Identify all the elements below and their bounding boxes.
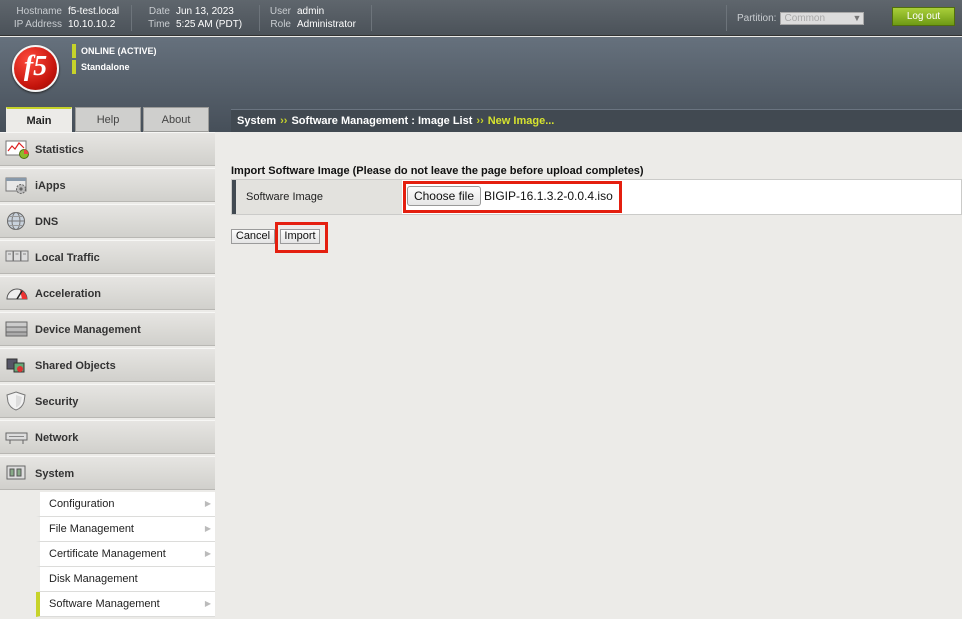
partition-label: Partition: [737, 12, 777, 24]
breadcrumb-current: New Image... [487, 115, 555, 127]
software-image-label: Software Image [246, 191, 324, 203]
breadcrumb-item-image-list[interactable]: Software Management : Image List [291, 115, 472, 127]
submenu-label: Disk Management [49, 573, 138, 585]
system-icon [6, 465, 26, 480]
sidebar-item-label: Security [35, 396, 79, 408]
submenu-certificate-management[interactable]: Certificate Management ▶ [36, 542, 215, 567]
submenu-label: Certificate Management [49, 548, 166, 560]
choose-file-button[interactable]: Choose file [407, 186, 481, 206]
chevron-right-icon: ▶ [204, 524, 211, 533]
sidebar-item-label: System [35, 468, 75, 480]
tab-help[interactable]: Help [75, 107, 141, 132]
acceleration-gauge-icon [6, 288, 28, 300]
sidebar-item-local-traffic[interactable]: Local Traffic [0, 240, 215, 274]
tab-main[interactable]: Main [6, 107, 72, 132]
sidebar-item-label: Local Traffic [35, 252, 100, 264]
user-key: User [269, 6, 291, 17]
import-button[interactable]: Import [280, 229, 320, 244]
submenu-software-management[interactable]: Software Management ▶ [36, 592, 215, 617]
sidebar-item-acceleration[interactable]: Acceleration [0, 276, 215, 310]
sidebar-item-iapps[interactable]: iApps [0, 168, 215, 202]
breadcrumb-separator: ›› [476, 115, 484, 127]
sidebar: Statistics iApps DNS Local Traffic Accel… [0, 132, 215, 619]
chevron-right-icon: ▶ [204, 499, 211, 508]
cancel-button[interactable]: Cancel [231, 229, 275, 244]
partition-select[interactable]: Common ▼ [780, 11, 865, 25]
partition-control: Partition: Common ▼ [726, 5, 865, 31]
hostname-key: Hostname [16, 6, 62, 17]
software-image-label-cell: Software Image [232, 180, 402, 214]
form-title: Import Software Image (Please do not lea… [231, 165, 644, 177]
header: f5 ONLINE (ACTIVE) Standalone Main Help … [0, 37, 962, 132]
submenu-disk-management[interactable]: Disk Management [36, 567, 215, 592]
time-key: Time [148, 19, 170, 30]
submenu-label: File Management [49, 523, 134, 535]
sidebar-item-statistics[interactable]: Statistics [0, 132, 215, 166]
chevron-down-icon: ▼ [852, 12, 862, 23]
selected-file-name: BIGIP-16.1.3.2-0.0.4.iso [484, 189, 613, 203]
dns-globe-icon [7, 212, 25, 230]
security-shield-icon [6, 391, 26, 411]
user-info: User admin Role Administrator [266, 5, 372, 31]
sidebar-item-label: iApps [35, 180, 66, 192]
sidebar-item-label: Acceleration [35, 288, 102, 300]
tab-about[interactable]: About [143, 107, 209, 132]
ip-value: 10.10.10.2 [68, 19, 116, 30]
ip-key: IP Address [13, 19, 62, 30]
sidebar-item-label: Network [35, 432, 79, 444]
user-value: admin [297, 6, 325, 17]
sidebar-item-dns[interactable]: DNS [0, 204, 215, 238]
chevron-right-icon: ▶ [204, 549, 211, 558]
breadcrumb: System ›› Software Management : Image List… [231, 109, 962, 132]
f5-logo: f5 [12, 45, 59, 92]
shared-objects-icon [6, 358, 25, 373]
sidebar-item-security[interactable]: Security [0, 384, 215, 418]
sidebar-item-shared-objects[interactable]: Shared Objects [0, 348, 215, 382]
sidebar-item-system[interactable]: System [0, 456, 215, 490]
device-status: ONLINE (ACTIVE) [72, 44, 157, 58]
submenu-label: Configuration [49, 498, 115, 510]
sidebar-item-label: DNS [35, 216, 59, 228]
sidebar-item-network[interactable]: Network [0, 420, 215, 454]
statistics-chart-icon [5, 140, 29, 159]
logout-button[interactable]: Log out [892, 7, 955, 26]
breadcrumb-item-system[interactable]: System [237, 115, 276, 127]
time-value: 5:25 AM (PDT) [176, 19, 243, 30]
iapps-gear-icon [5, 177, 27, 194]
submenu-file-management[interactable]: File Management ▶ [36, 517, 215, 542]
host-info: Hostname f5-test.local IP Address 10.10.10… [0, 5, 132, 31]
submenu-configuration[interactable]: Configuration ▶ [36, 492, 215, 517]
role-value: Administrator [297, 19, 356, 30]
sidebar-item-device-management[interactable]: Device Management [0, 312, 215, 346]
main-content: Import Software Image (Please do not lea… [215, 132, 962, 619]
partition-value: Common [784, 12, 826, 24]
date-info: Date Jun 13, 2023 Time 5:25 AM (PDT) [138, 5, 260, 31]
network-icon [5, 432, 28, 444]
top-info-bar: Hostname f5-test.local IP Address 10.10.10… [0, 0, 962, 36]
role-key: Role [270, 19, 291, 30]
local-traffic-icon [5, 250, 29, 262]
date-value: Jun 13, 2023 [176, 6, 234, 17]
device-mode: Standalone [72, 60, 130, 74]
date-key: Date [148, 6, 170, 17]
breadcrumb-separator: ›› [280, 115, 288, 127]
chevron-right-icon: ▶ [204, 599, 211, 608]
submenu-label: Software Management [49, 598, 160, 610]
sidebar-item-label: Statistics [35, 144, 84, 156]
sidebar-item-label: Shared Objects [35, 360, 116, 372]
device-server-icon [5, 321, 28, 337]
hostname-value: f5-test.local [68, 6, 120, 17]
sidebar-item-label: Device Management [35, 324, 141, 336]
